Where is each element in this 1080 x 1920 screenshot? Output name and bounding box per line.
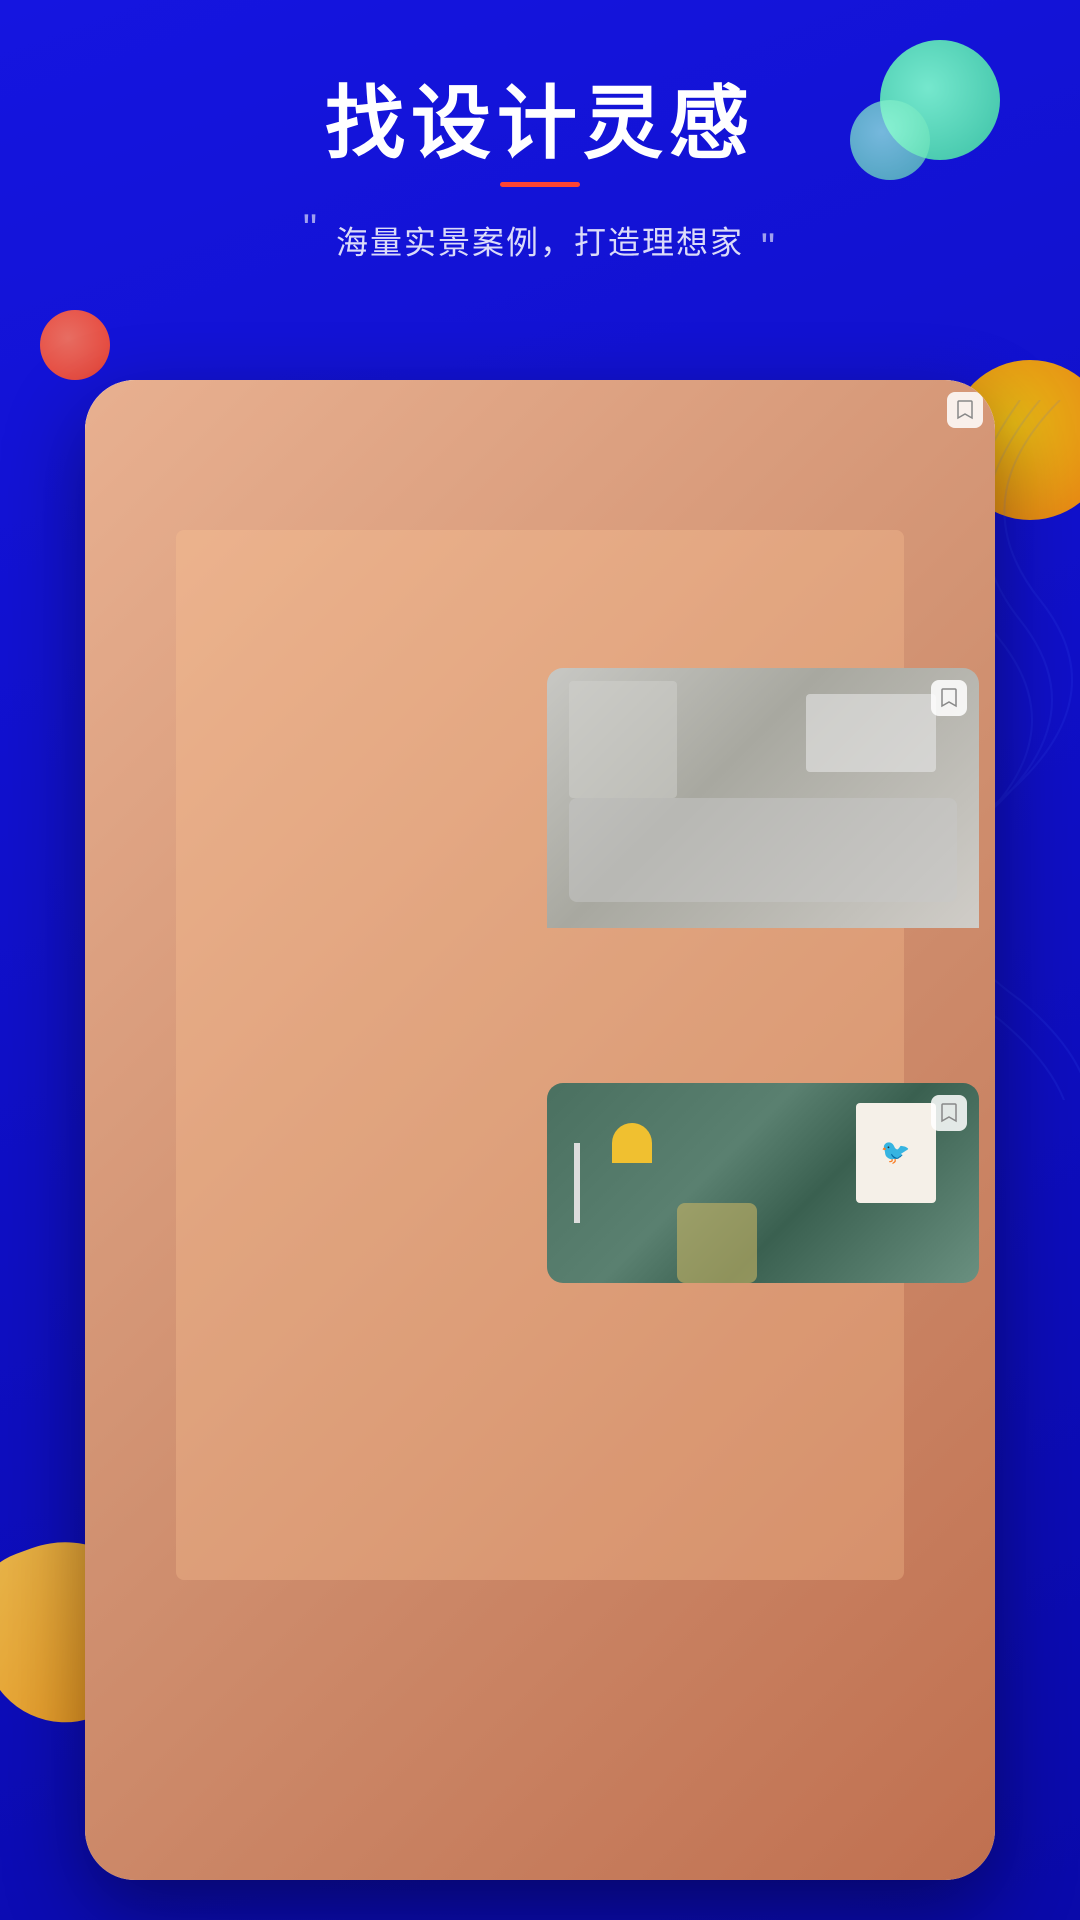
card-green-lamp[interactable]: 🐦 bbox=[547, 1083, 979, 1283]
phone-mock: 全部 一居 二居 三居 四居 四居以上 其他 全部 30㎡以下 30–60㎡ 6… bbox=[85, 380, 995, 1880]
deco-circle-red bbox=[40, 310, 110, 380]
card-pink[interactable] bbox=[101, 1444, 533, 1644]
content-grid: 🔥 热推 # 三室 # 现代 #144 ㎡ 山水依城 144 平米三室现代清新风… bbox=[85, 652, 995, 1644]
quote-left-icon: " bbox=[303, 207, 319, 251]
header: 找设计灵感 " 海量实景案例，打造理想家 " bbox=[0, 80, 1080, 271]
bookmark-button-2[interactable] bbox=[931, 680, 967, 716]
title-underline bbox=[500, 182, 580, 187]
left-column: 🔥 热推 # 三室 # 现代 #144 ㎡ 山水依城 144 平米三室现代清新风… bbox=[101, 668, 533, 1644]
card-living-grey-image bbox=[547, 668, 979, 928]
header-subtitle: " 海量实景案例，打造理想家 " bbox=[0, 207, 1080, 271]
subtitle-text: 海量实景案例，打造理想家 bbox=[336, 225, 744, 261]
page-title: 找设计灵感 bbox=[0, 80, 1080, 168]
card-living-grey-image-wrap bbox=[547, 668, 979, 928]
bookmark-button-4[interactable] bbox=[931, 1095, 967, 1131]
card-green-lamp-image-wrap: 🐦 bbox=[547, 1083, 979, 1283]
quote-right-icon: " bbox=[761, 226, 777, 270]
card-pink-image bbox=[101, 1444, 533, 1644]
card-green-lamp-image: 🐦 bbox=[547, 1083, 979, 1283]
